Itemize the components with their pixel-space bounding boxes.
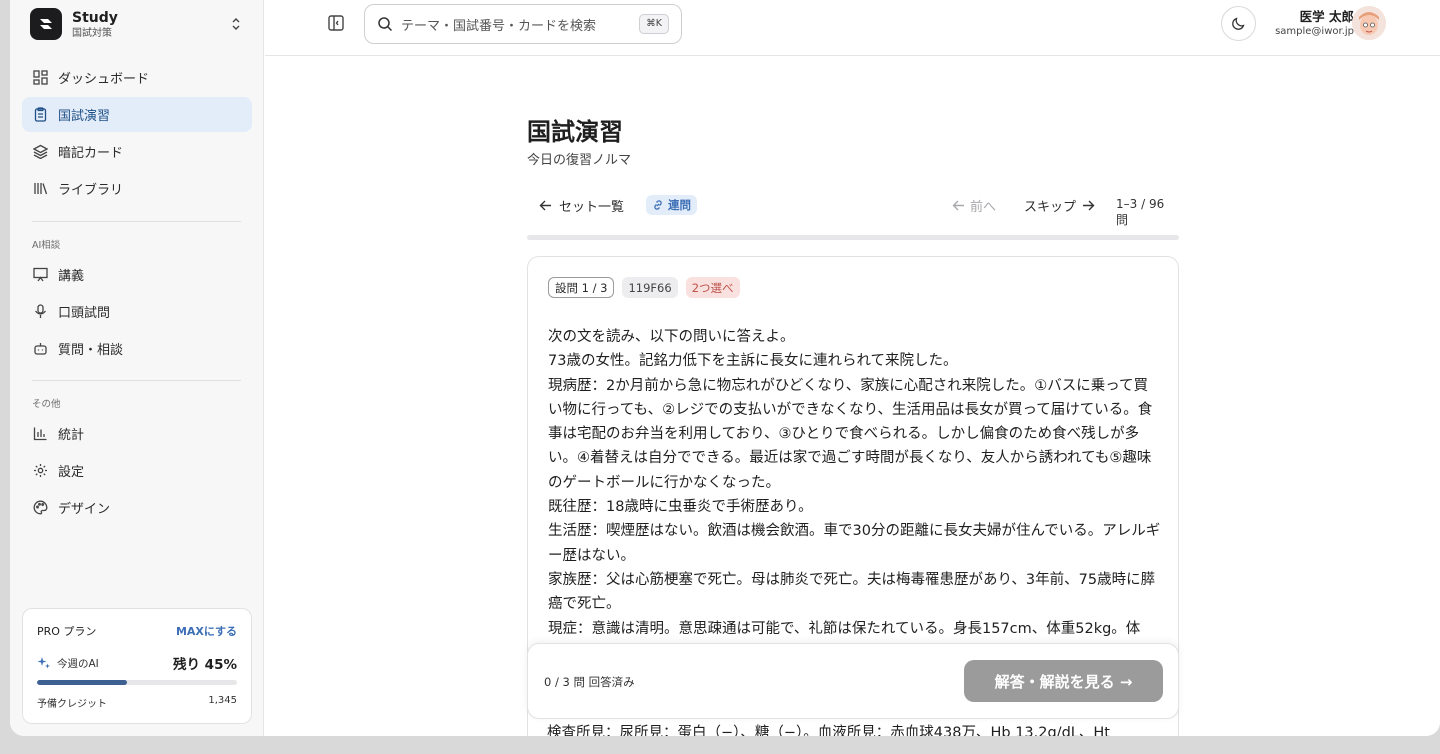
back-to-sets-link[interactable]: セット一覧 <box>539 196 624 215</box>
brand[interactable]: Study 国試対策 <box>30 8 118 40</box>
nav-item-library[interactable]: ライブラリ <box>22 171 252 206</box>
nav-label: 講義 <box>58 269 85 284</box>
nav-item-exam[interactable]: 国試演習 <box>22 97 252 132</box>
skip-label: スキップ <box>1024 200 1077 215</box>
gear-icon <box>32 463 48 479</box>
ai-nav: 講義 口頭試問 質問・相談 <box>22 257 252 368</box>
nav-label: ライブラリ <box>58 183 124 198</box>
nav-label: 統計 <box>58 428 85 443</box>
plan-name: PRO プラン <box>37 625 97 638</box>
layers-icon <box>32 144 48 160</box>
chart-icon <box>32 426 48 442</box>
nav-label: 口頭試問 <box>58 306 111 321</box>
grid-icon <box>32 70 48 86</box>
question-paragraph: 73歳の女性。記銘力低下を主訴に長女に連れられて来院した。 <box>548 353 958 370</box>
question-paragraph: 現症：意識は清明。意思疎通は可能で、礼節は保たれている。身長157cm、体重52… <box>548 620 1141 637</box>
question-text-continued: 検査所見：尿所見：蛋白（−）、糖（−）。血液所見：赤血球438万、Hb 13.2… <box>547 725 1110 736</box>
main-nav: ダッシュボード 国試演習 暗記カード ライブラリ <box>22 60 252 208</box>
bot-icon <box>32 341 48 357</box>
ai-remaining: 残り 45% <box>172 657 237 673</box>
brand-subtitle: 国試対策 <box>72 27 112 39</box>
nav-item-settings[interactable]: 設定 <box>22 453 252 488</box>
sidebar-toggle-icon[interactable] <box>327 14 347 34</box>
brand-logo <box>30 8 62 40</box>
main-content: 国試演習 今日の復習ノルマ セット一覧 連問 前へ スキップ 1–3 / 96 … <box>265 56 1440 736</box>
nav-label: 設定 <box>58 465 85 480</box>
ai-usage-fill <box>37 680 127 685</box>
palette-icon <box>32 500 48 516</box>
credit-value: 1,345 <box>208 695 237 706</box>
ai-usage-label: 今週のAI <box>57 657 99 670</box>
nav-label: 質問・相談 <box>58 343 124 358</box>
nav-item-consult[interactable]: 質問・相談 <box>22 331 252 366</box>
link-icon <box>652 199 664 211</box>
nav-item-lecture[interactable]: 講義 <box>22 257 252 292</box>
brand-name: Study <box>72 9 118 26</box>
question-text: 次の文を読み、以下の問いに答えよ。 73歳の女性。記銘力低下を主訴に長女に連れら… <box>548 325 1162 641</box>
answer-footer: 0 / 3 問 回答済み 解答・解説を見る → <box>527 643 1179 719</box>
ai-usage-bar <box>37 680 237 685</box>
chevron-updown-icon[interactable] <box>230 16 242 36</box>
user-info[interactable]: 医学 太郎 sample@iwor.jp <box>1275 9 1354 38</box>
question-nav: セット一覧 連問 前へ スキップ 1–3 / 96 問 <box>527 192 1179 227</box>
search-icon <box>377 16 393 32</box>
prev-label: 前へ <box>970 200 997 215</box>
upgrade-link[interactable]: MAXにする <box>176 623 237 639</box>
show-answer-button[interactable]: 解答・解説を見る → <box>964 660 1163 702</box>
nav-label: 暗記カード <box>58 146 124 161</box>
clipboard-icon <box>32 107 48 123</box>
nav-label: ダッシュボード <box>58 72 150 87</box>
question-paragraph: 生活歴：喫煙歴はない。飲酒は機会飲酒。車で30分の距離に長女夫婦が住んでいる。ア… <box>548 523 1161 564</box>
question-paragraph: 次の文を読み、以下の問いに答えよ。 <box>548 329 795 345</box>
nav-item-stats[interactable]: 統計 <box>22 416 252 451</box>
arrow-left-icon <box>952 199 965 212</box>
page-title: 国試演習 <box>527 118 623 146</box>
user-email: sample@iwor.jp <box>1275 26 1354 37</box>
other-nav: 統計 設定 デザイン <box>22 416 252 527</box>
page-subtitle: 今日の復習ノルマ <box>527 153 632 168</box>
search-box[interactable]: テーマ・国試番号・カードを検索 ⌘K <box>364 4 682 44</box>
nav-item-dashboard[interactable]: ダッシュボード <box>22 60 252 95</box>
user-name: 医学 太郎 <box>1299 9 1354 24</box>
sparkle-icon <box>37 656 51 670</box>
linked-question-badge: 連問 <box>646 195 697 215</box>
plan-card: PRO プラン MAXにする 今週のAI 残り 45% 予備クレジット 1,34… <box>22 608 252 724</box>
session-progress-bar <box>527 235 1179 240</box>
section-title-ai: AI相談 <box>32 240 61 251</box>
section-title-other: その他 <box>32 399 61 410</box>
divider <box>32 380 241 381</box>
shortcut-hint: ⌘K <box>639 14 669 34</box>
skip-button[interactable]: スキップ <box>1024 196 1095 215</box>
choose-count-badge: 2つ選べ <box>685 277 740 298</box>
mic-icon <box>32 304 48 320</box>
question-index-badge: 設問 1 / 3 <box>548 277 615 298</box>
nav-item-cards[interactable]: 暗記カード <box>22 134 252 169</box>
prev-button[interactable]: 前へ <box>952 196 996 215</box>
app-window: Study 国試対策 ダッシュボード 国試演習 暗記カード ライブラリ AI相談… <box>10 0 1440 736</box>
back-label: セット一覧 <box>559 200 625 215</box>
sidebar: Study 国試対策 ダッシュボード 国試演習 暗記カード ライブラリ AI相談… <box>10 0 264 736</box>
moon-icon <box>1231 16 1246 31</box>
question-paragraph: 既往歴：18歳時に虫垂炎で手術歴あり。 <box>548 499 813 516</box>
theme-toggle-button[interactable] <box>1221 6 1256 41</box>
credit-label: 予備クレジット <box>37 699 107 710</box>
arrow-right-icon <box>1082 199 1095 212</box>
question-paragraph: 現病歴：2か月前から急に物忘れがひどくなり、家族に心配され来院した。①バスに乗っ… <box>548 377 1153 491</box>
presentation-icon <box>32 267 48 283</box>
search-input[interactable]: テーマ・国試番号・カードを検索 <box>401 15 596 34</box>
avatar[interactable] <box>1352 6 1386 40</box>
nav-label: デザイン <box>58 502 111 517</box>
nav-label: 国試演習 <box>58 109 111 124</box>
question-range: 1–3 / 96 問 <box>1116 197 1165 227</box>
divider <box>32 221 241 222</box>
nav-item-design[interactable]: デザイン <box>22 490 252 525</box>
linked-label: 連問 <box>668 198 691 212</box>
question-paragraph: 家族歴：父は心筋梗塞で死亡。母は肺炎で死亡。夫は梅毒罹患歴があり、3年前、75歳… <box>548 571 1156 613</box>
top-bar: テーマ・国試番号・カードを検索 ⌘K 医学 太郎 sample@iwor.jp <box>265 0 1440 56</box>
nav-item-oral-exam[interactable]: 口頭試問 <box>22 294 252 329</box>
question-id-badge: 119F66 <box>622 277 678 298</box>
arrow-left-icon <box>539 199 552 212</box>
answered-count: 0 / 3 問 回答済み <box>544 675 635 689</box>
library-icon <box>32 181 48 197</box>
